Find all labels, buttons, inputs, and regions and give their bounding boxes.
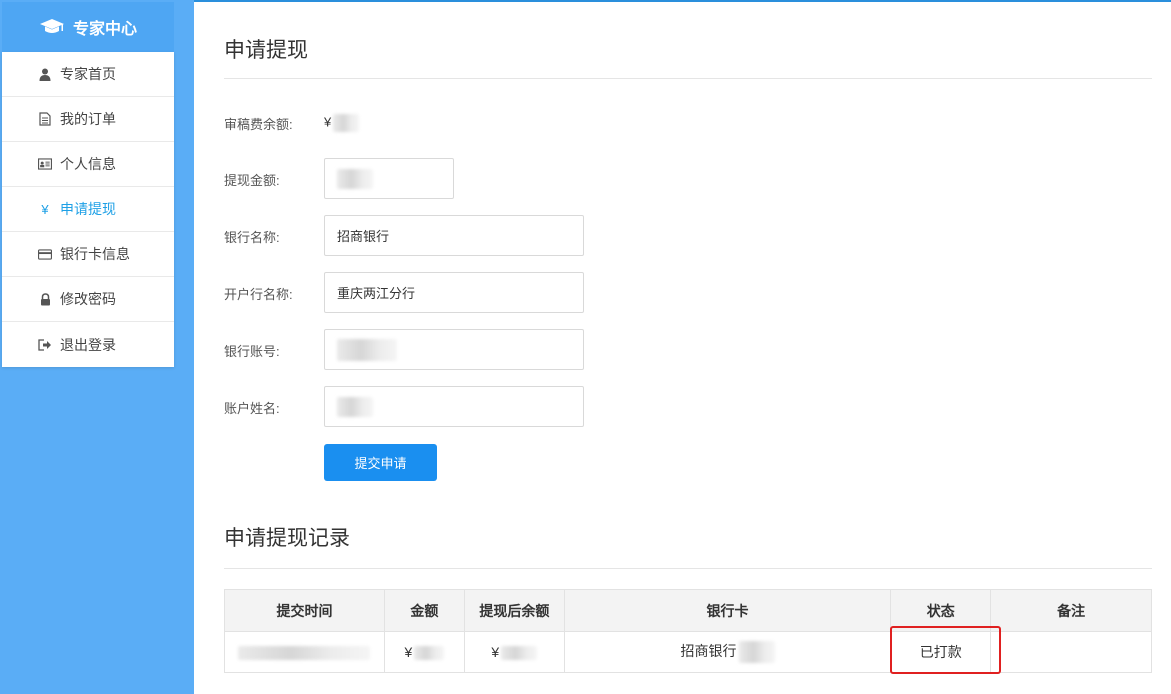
sidebar-item-logout[interactable]: 退出登录: [2, 322, 174, 367]
records-title: 申请提现记录: [224, 527, 350, 550]
sidebar-item-label: 我的订单: [60, 111, 116, 127]
sidebar-item-label: 银行卡信息: [60, 246, 130, 262]
cell-bank-card: 招商银行: [563, 631, 892, 673]
divider: [224, 568, 1152, 569]
balance-label: 审稿费余额:: [224, 117, 293, 132]
sidebar-item-label: 专家首页: [60, 66, 116, 82]
column-header: 提现后余额: [463, 589, 565, 632]
sidebar-title: 专家中心: [72, 21, 137, 38]
divider: [224, 78, 1152, 79]
table-header-row: 提交时间 金额 提现后余额 银行卡 状态 备注: [224, 589, 1152, 632]
cell-amount: ¥: [383, 631, 465, 673]
holder-label: 账户姓名:: [224, 401, 280, 416]
masked-value: [337, 338, 397, 361]
branch-input[interactable]: 重庆两江分行: [324, 272, 584, 313]
balance-value: ¥: [324, 114, 360, 132]
masked-value: [337, 168, 373, 189]
table-row: ¥ ¥ 招商银行 已打款: [224, 631, 1152, 673]
credit-card-icon: [38, 247, 52, 261]
column-header: 提交时间: [224, 589, 385, 632]
cell-submit-time: [224, 631, 385, 673]
holder-input[interactable]: [324, 386, 584, 427]
branch-label: 开户行名称:: [224, 287, 293, 302]
graduation-cap-icon: [39, 18, 65, 36]
yen-icon: ¥: [41, 201, 49, 217]
sidebar-item-orders[interactable]: 我的订单: [2, 97, 174, 142]
masked-value: [414, 646, 445, 661]
sidebar-item-home[interactable]: 专家首页: [2, 52, 174, 97]
bank-name-input[interactable]: 招商银行: [324, 215, 584, 256]
withdraw-title: 申请提现: [224, 39, 308, 62]
column-header: 银行卡: [563, 589, 892, 632]
sidebar-item-withdraw[interactable]: ¥ 申请提现: [2, 187, 174, 232]
bank-name-label: 银行名称:: [224, 230, 280, 245]
cell-note: [990, 631, 1152, 673]
masked-value: [337, 396, 373, 417]
sidebar-item-bank-card[interactable]: 银行卡信息: [2, 232, 174, 277]
masked-value: [238, 646, 371, 661]
submit-button[interactable]: 提交申请: [324, 444, 437, 481]
account-input[interactable]: [324, 329, 584, 370]
document-icon: [38, 112, 52, 126]
sidebar: 专家中心 专家首页 我的订单 个人信息 ¥ 申请提现 银行卡信息 修改密码 退出…: [0, 0, 194, 694]
column-header: 金额: [383, 589, 465, 632]
sidebar-item-label: 修改密码: [60, 291, 116, 307]
records-table: 提交时间 金额 提现后余额 银行卡 状态 备注 ¥ ¥ 招商银行 已打款: [224, 589, 1152, 673]
amount-label: 提现金额:: [224, 173, 280, 188]
sidebar-header: 专家中心: [2, 2, 174, 52]
lock-icon: [38, 292, 52, 306]
sidebar-item-password[interactable]: 修改密码: [2, 277, 174, 322]
cell-balance-after: ¥: [463, 631, 565, 673]
sidebar-item-profile[interactable]: 个人信息: [2, 142, 174, 187]
masked-value: [501, 646, 538, 661]
masked-value: [738, 641, 775, 664]
sidebar-item-label: 个人信息: [60, 156, 116, 172]
highlight-box: [890, 626, 1001, 674]
sidebar-menu: 专家首页 我的订单 个人信息 ¥ 申请提现 银行卡信息 修改密码 退出登录: [2, 52, 174, 367]
sidebar-item-label: 退出登录: [60, 336, 116, 353]
sidebar-item-label: 申请提现: [60, 201, 116, 217]
logout-icon: [38, 338, 52, 352]
user-icon: [38, 67, 52, 81]
masked-value: [333, 114, 360, 132]
column-header: 备注: [990, 589, 1152, 632]
account-label: 银行账号:: [224, 344, 280, 359]
amount-input[interactable]: [324, 158, 454, 199]
id-card-icon: [38, 157, 52, 171]
